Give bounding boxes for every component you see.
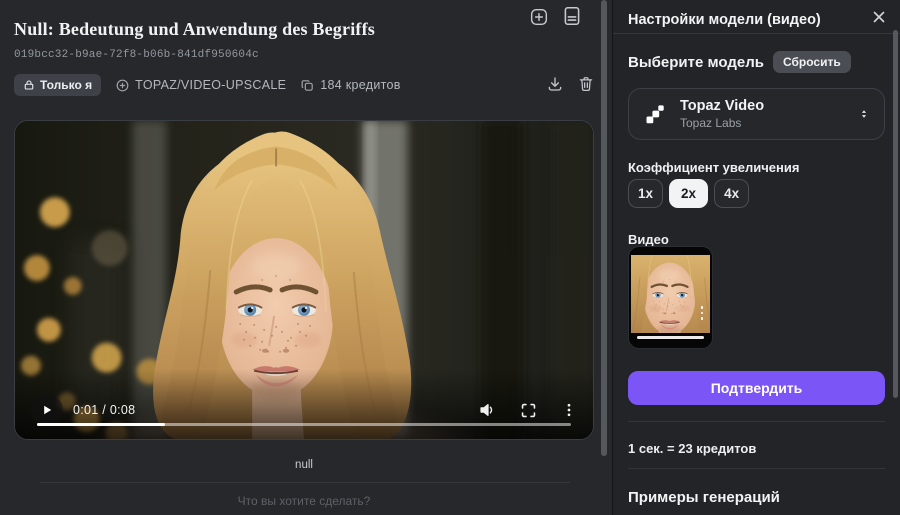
player-controls-right — [478, 401, 577, 419]
main-scrollbar[interactable] — [601, 0, 607, 456]
credits-icon — [300, 78, 315, 93]
video-player[interactable]: 0:01 / 0:08 — [14, 120, 594, 440]
play-button[interactable] — [31, 394, 63, 426]
model-vendor: Topaz Labs — [680, 115, 742, 130]
divider — [40, 482, 570, 483]
lock-icon — [23, 79, 35, 91]
thumbnail-image — [631, 255, 710, 333]
volume-icon[interactable] — [478, 401, 496, 419]
model-select-texts: Topaz Video Topaz Labs — [680, 97, 764, 130]
examples-title: Примеры генераций — [628, 489, 780, 506]
video-thumbnail[interactable] — [628, 246, 713, 349]
page-title: Null: Bedeutung und Anwendung des Begrif… — [14, 19, 375, 39]
confirm-button[interactable]: Подтвердить — [628, 371, 885, 405]
close-icon[interactable] — [870, 8, 888, 26]
model-section-label: Выберите модель — [628, 53, 764, 71]
kebab-icon[interactable] — [561, 402, 577, 418]
model-tag-label: TOPAZ/VIDEO-UPSCALE — [135, 78, 287, 92]
credits-badge-label: 184 кредитов — [320, 78, 401, 92]
privacy-badge-label: Только я — [40, 78, 93, 92]
sidebar-scrollbar[interactable] — [893, 30, 898, 398]
sort-icon — [858, 107, 870, 121]
scale-option-2x[interactable]: 2x — [669, 179, 709, 208]
scale-options: 1x 2x 4x — [628, 179, 750, 208]
app-window: { "main": { "title": "Null: Bedeutung un… — [0, 0, 900, 515]
play-icon — [40, 403, 54, 417]
time-display: 0:01 / 0:08 — [73, 403, 136, 417]
sidebar-title: Настройки модели (видео) — [628, 12, 821, 28]
badge-row: Только я TOPAZ/VIDEO-UPSCALE 184 кредито… — [14, 74, 401, 96]
progress-played — [37, 423, 166, 426]
download-icon[interactable] — [546, 75, 564, 93]
model-tag-badge[interactable]: TOPAZ/VIDEO-UPSCALE — [115, 78, 286, 93]
add-icon[interactable] — [529, 7, 549, 27]
settings-sidebar: Настройки модели (видео) Выберите модель… — [612, 0, 900, 515]
video-section-label: Видео — [628, 232, 669, 247]
topaz-logo-icon — [643, 102, 667, 126]
model-section-header: Выберите модель Сбросить — [628, 51, 851, 73]
progress-bar[interactable] — [37, 423, 571, 426]
document-icon[interactable] — [561, 5, 583, 27]
model-circle-icon — [115, 78, 130, 93]
scale-section-label: Коэффициент увеличения — [628, 160, 800, 175]
reset-button[interactable]: Сбросить — [772, 51, 851, 73]
main-panel: Null: Bedeutung und Anwendung des Begrif… — [0, 0, 612, 515]
divider — [628, 468, 885, 469]
credits-badge[interactable]: 184 кредитов — [300, 78, 400, 93]
model-select[interactable]: Topaz Video Topaz Labs — [628, 88, 885, 140]
thumbnail-progress-bar — [637, 336, 704, 339]
divider — [613, 33, 900, 34]
prompt-hint[interactable]: Что вы хотите сделать? — [14, 494, 594, 508]
generation-uuid: 019bcc32-b9ae-72f8-b06b-841df950604c — [14, 49, 259, 61]
fullscreen-icon[interactable] — [520, 402, 537, 419]
video-caption: null — [295, 459, 313, 471]
thumbnail-kebab-icon[interactable] — [700, 306, 703, 320]
divider — [628, 421, 885, 422]
thumbnail-progress-fill — [637, 336, 704, 339]
model-name: Topaz Video — [680, 98, 765, 115]
scale-option-1x[interactable]: 1x — [628, 179, 664, 208]
rate-info: 1 сек. = 23 кредитов — [628, 441, 757, 456]
scale-option-4x[interactable]: 4x — [714, 179, 750, 208]
trash-icon[interactable] — [577, 75, 595, 93]
privacy-badge[interactable]: Только я — [14, 74, 102, 96]
